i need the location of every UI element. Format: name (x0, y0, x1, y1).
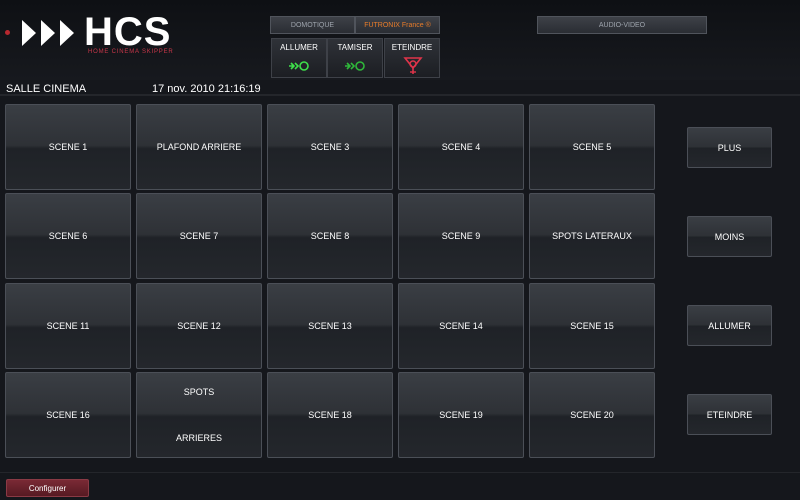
scene-button[interactable]: SCENE 13 (267, 283, 393, 369)
moins-button[interactable]: MOINS (687, 216, 772, 257)
scene-button[interactable]: SPOTS ARRIERES (136, 372, 262, 458)
footer-divider (0, 472, 800, 473)
scene-button[interactable]: SCENE 8 (267, 193, 393, 279)
configure-button[interactable]: Configurer (6, 479, 89, 497)
scene-button[interactable]: SCENE 11 (5, 283, 131, 369)
scene-button[interactable]: SPOTS LATERAUX (529, 193, 655, 279)
green-arrow-dim-icon (345, 61, 365, 71)
eteindre-button[interactable]: ETEINDRE (687, 394, 772, 435)
scene-button[interactable]: SCENE 5 (529, 104, 655, 190)
scene-button[interactable]: SCENE 6 (5, 193, 131, 279)
scene-button[interactable]: SCENE 16 (5, 372, 131, 458)
quick-eteindre-button[interactable]: ETEINDRE (384, 38, 440, 78)
scene-label: SCENE 3 (310, 142, 350, 152)
scene-button[interactable]: SCENE 7 (136, 193, 262, 279)
scene-button[interactable]: SCENE 18 (267, 372, 393, 458)
scene-button[interactable]: SCENE 12 (136, 283, 262, 369)
quick-allumer-button[interactable]: ALLUMER (271, 38, 327, 78)
scene-label: SCENE 11 (46, 321, 90, 331)
scene-label: SCENE 20 (570, 410, 614, 420)
scene-label: SCENE 13 (308, 321, 352, 331)
scene-label: SCENE 14 (439, 321, 483, 331)
scene-label: SCENE 18 (308, 410, 352, 420)
scene-button[interactable]: SCENE 9 (398, 193, 524, 279)
scene-label: SCENE 16 (46, 410, 90, 420)
scene-button[interactable]: SCENE 19 (398, 372, 524, 458)
scene-label: PLAFOND ARRIERE (156, 142, 242, 152)
tab-futronix[interactable]: FUTRONIX France ® (355, 16, 440, 34)
scene-button[interactable]: SCENE 15 (529, 283, 655, 369)
plus-button[interactable]: PLUS (687, 127, 772, 168)
tab-audio-video[interactable]: AUDIO-VIDEO (537, 16, 707, 34)
red-off-icon (403, 57, 423, 74)
scene-label: SPOTS LATERAUX (552, 231, 632, 241)
scene-label: SCENE 4 (441, 142, 481, 152)
header-divider (0, 94, 800, 96)
scene-label: SCENE 6 (48, 231, 88, 241)
scene-button[interactable]: SCENE 4 (398, 104, 524, 190)
scene-button[interactable]: SCENE 20 (529, 372, 655, 458)
scene-button[interactable]: SCENE 14 (398, 283, 524, 369)
scene-label: SCENE 12 (177, 321, 221, 331)
tab-domotique[interactable]: DOMOTIQUE (270, 16, 355, 34)
scene-label: SCENE 8 (310, 231, 350, 241)
quick-eteindre-label: ETEINDRE (391, 43, 433, 52)
scene-label: SCENE 5 (572, 142, 612, 152)
scene-label: SCENE 9 (441, 231, 481, 241)
logo-subtitle: HOME CINEMA SKIPPER (88, 49, 174, 55)
status-indicator (5, 30, 10, 35)
logo-text: HCS (84, 10, 172, 54)
scene-button[interactable]: PLAFOND ARRIERE (136, 104, 262, 190)
logo-arrows-icon (22, 20, 74, 46)
scene-label-line: SPOTS (183, 387, 215, 397)
quick-tamiser-label: TAMISER (337, 43, 373, 52)
allumer-button[interactable]: ALLUMER (687, 305, 772, 346)
scene-label-line: ARRIERES (175, 433, 222, 443)
quick-tamiser-button[interactable]: TAMISER (327, 38, 383, 78)
quick-allumer-label: ALLUMER (280, 43, 318, 52)
scene-label: SCENE 1 (48, 142, 88, 152)
scene-label: SCENE 15 (570, 321, 614, 331)
green-arrow-light-icon (289, 61, 309, 71)
hcs-logo: HCS HOME CINEMA SKIPPER (22, 10, 182, 58)
scene-label: SCENE 7 (179, 231, 219, 241)
scene-button[interactable]: SCENE 1 (5, 104, 131, 190)
scene-button[interactable]: SCENE 3 (267, 104, 393, 190)
scene-label: SCENE 19 (439, 410, 483, 420)
